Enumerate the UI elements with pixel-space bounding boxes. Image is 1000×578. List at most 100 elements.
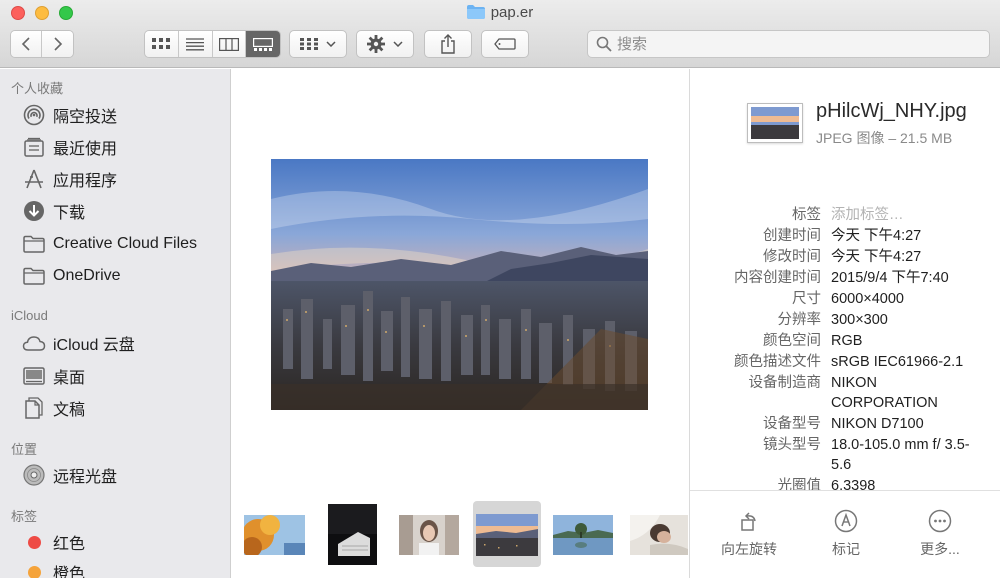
sidebar-item-applications[interactable]: 应用程序 (22, 166, 117, 192)
autumn-leaves-photo (244, 515, 305, 555)
more-icon (928, 509, 952, 533)
metadata-key: 内容创建时间 (734, 270, 821, 286)
tag-red-dot-icon (27, 535, 41, 549)
metadata-row-tags: 标签 添加标签… (690, 205, 1000, 225)
edit-tags-button[interactable] (481, 30, 529, 58)
metadata-row: 镜头型号 18.0-105.0 mm f/ 3.5-5.6 (690, 435, 1000, 475)
metadata-value: RGB (831, 333, 863, 349)
metadata-key: 分辨率 (777, 312, 822, 328)
group-by-button[interactable] (289, 30, 347, 58)
metadata-value: 18.0-105.0 mm f/ 3.5-5.6 (831, 437, 970, 473)
sidebar-section-icloud: iCloud (11, 308, 48, 323)
sidebar-section-tags: 标签 (11, 509, 38, 524)
cloud-icon (22, 336, 46, 351)
sidebar-item-tag-red[interactable]: 红色 (22, 529, 85, 555)
search-field[interactable] (587, 30, 990, 58)
metadata-value: 2015/9/4 下午7:40 (831, 270, 949, 286)
rotate-left-icon (741, 512, 756, 531)
gallery-view-icon (253, 37, 274, 51)
sidebar-item-downloads[interactable]: 下载 (22, 198, 85, 224)
desktop-icon (23, 367, 45, 385)
sidebar-item-documents[interactable]: 文稿 (22, 395, 85, 421)
tag-orange-dot-icon (27, 565, 41, 578)
gear-icon (367, 35, 385, 53)
thumbnail-lake-tree[interactable] (553, 515, 613, 555)
metadata-row: 内容创建时间 2015/9/4 下午7:40 (690, 268, 1000, 288)
more-button[interactable]: 更多... (890, 507, 990, 559)
file-preview-image (751, 107, 799, 139)
view-mode-selector (144, 30, 281, 58)
sidebar: 个人收藏 隔空投送 最近使用 应用程序 下载 Creative Cloud Fi… (0, 69, 231, 578)
sleeping-person-photo (630, 515, 688, 555)
metadata-value: sRGB IEC61966-2.1 (831, 354, 964, 370)
markup-label: 标记 (832, 541, 860, 557)
sidebar-item-icloud-drive[interactable]: iCloud 云盘 (22, 330, 135, 356)
thumbnail-portrait[interactable] (399, 515, 459, 555)
image-preview[interactable] (271, 159, 648, 410)
list-view-button[interactable] (178, 31, 213, 57)
sidebar-item-label: 隔空投送 (53, 109, 118, 126)
sidebar-item-creative-cloud[interactable]: Creative Cloud Files (22, 231, 197, 257)
search-input[interactable] (617, 35, 977, 53)
action-menu-button[interactable] (356, 30, 414, 58)
sidebar-item-airdrop[interactable]: 隔空投送 (22, 102, 117, 128)
metadata-row: 创建时间 今天 下午4:27 (690, 226, 1000, 246)
file-kind-size: JPEG 图像 – 21.5 MB (816, 130, 953, 146)
chevron-down-icon (393, 41, 403, 47)
navigation-buttons (10, 30, 74, 58)
thumbnail-autumn[interactable] (244, 515, 305, 555)
chevron-down-icon (326, 41, 336, 47)
metadata-key: 标签 (792, 207, 821, 223)
metadata-value: NIKON D7100 (831, 416, 924, 432)
markup-button[interactable]: 标记 (796, 507, 896, 559)
dark-building-photo (328, 504, 377, 565)
search-icon (596, 36, 612, 52)
metadata-value: 6000×4000 (831, 291, 904, 307)
sidebar-item-tag-orange[interactable]: 橙色 (22, 559, 85, 578)
title-bar: pap.er (0, 0, 1000, 68)
folder-icon (23, 267, 45, 285)
back-button[interactable] (11, 31, 42, 57)
sidebar-item-label: 最近使用 (53, 141, 118, 158)
sidebar-item-label: 下载 (53, 205, 86, 222)
airdrop-icon (23, 104, 45, 126)
metadata-row: 设备制造商 NIKON CORPORATION (690, 373, 1000, 413)
thumbnail-city-sunset-selected[interactable] (476, 514, 538, 556)
sidebar-item-recents[interactable]: 最近使用 (22, 134, 117, 160)
gallery-view-button[interactable] (246, 31, 280, 57)
metadata-key: 镜头型号 (763, 437, 821, 453)
metadata-key: 创建时间 (763, 228, 821, 244)
tag-icon (494, 38, 516, 50)
thumbnail-building[interactable] (328, 504, 377, 565)
sidebar-item-label: 橙色 (53, 566, 86, 578)
sidebar-item-label: 应用程序 (53, 173, 118, 190)
lake-tree-photo (553, 515, 613, 555)
share-button[interactable] (424, 30, 472, 58)
sidebar-item-label: 文稿 (53, 402, 86, 419)
remote-disc-icon (23, 464, 45, 486)
quick-actions-bar: 向左旋转 标记 更多... (690, 490, 1000, 578)
sidebar-item-onedrive[interactable]: OneDrive (22, 263, 121, 289)
chevron-left-icon (21, 37, 30, 51)
chevron-right-icon (53, 37, 62, 51)
metadata-value: 300×300 (831, 312, 888, 328)
sidebar-item-desktop[interactable]: 桌面 (22, 363, 85, 389)
metadata-row: 颜色描述文件 sRGB IEC61966-2.1 (690, 352, 1000, 372)
markup-icon (834, 509, 858, 533)
rotate-left-button[interactable]: 向左旋转 (699, 507, 799, 559)
icon-view-button[interactable] (145, 31, 179, 57)
forward-button[interactable] (42, 31, 73, 57)
downloads-icon (24, 201, 44, 221)
folder-icon (466, 5, 485, 19)
column-view-button[interactable] (212, 31, 247, 57)
portrait-photo (399, 515, 459, 555)
icon-view-icon (152, 38, 171, 49)
thumbnail-sleeping[interactable] (630, 515, 688, 555)
metadata-row: 分辨率 300×300 (690, 310, 1000, 330)
sidebar-item-remote-disc[interactable]: 远程光盘 (22, 462, 117, 488)
file-thumbnail (747, 103, 803, 143)
column-view-icon (218, 37, 239, 51)
metadata-key: 设备型号 (763, 416, 821, 432)
add-tags-field[interactable]: 添加标签… (831, 205, 981, 225)
metadata-row: 设备型号 NIKON D7100 (690, 414, 1000, 434)
